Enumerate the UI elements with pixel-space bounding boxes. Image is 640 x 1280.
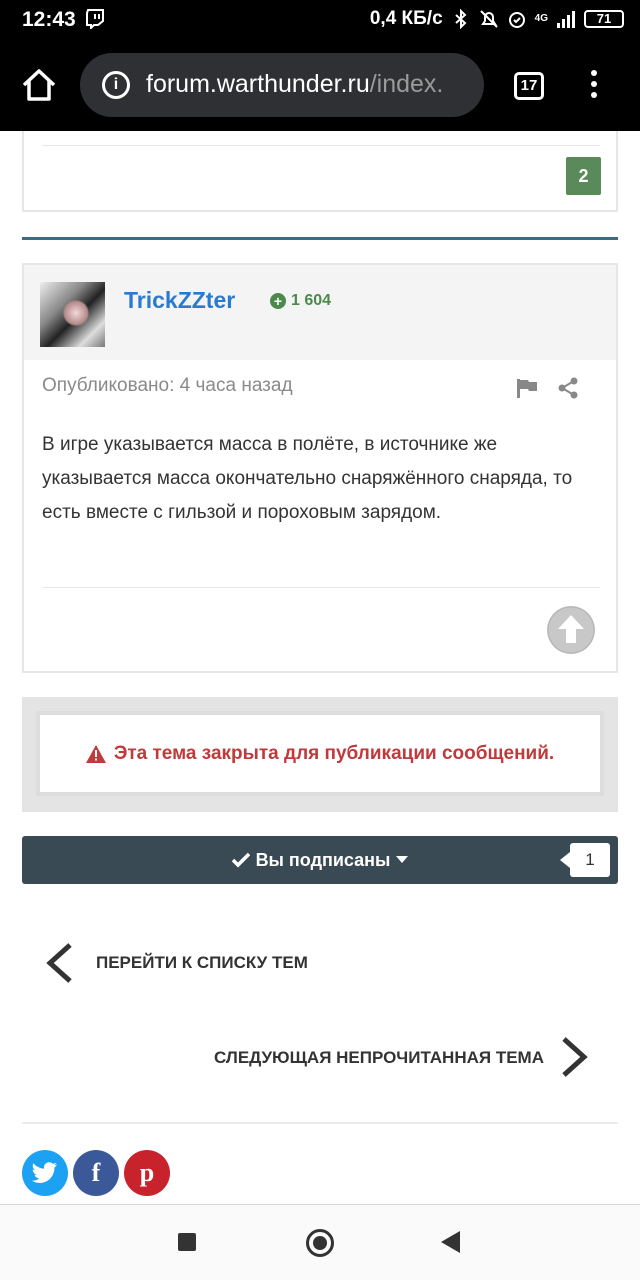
post-body: В игре указывается масса в полёте, в ист…	[42, 434, 573, 523]
previous-post-card: 2	[22, 131, 618, 212]
address-bar[interactable]: i forum.warthunder.ru/index.	[80, 53, 484, 117]
network-type: 4G	[534, 13, 548, 24]
url-path: /index.	[369, 70, 444, 98]
url-host: forum.warthunder.ru	[146, 70, 370, 98]
author-link[interactable]: TrickZZter	[124, 287, 235, 314]
pinterest-share-button[interactable]: p	[124, 1150, 170, 1196]
upvote-arrow-icon[interactable]	[547, 606, 595, 654]
muted-bell-icon	[479, 10, 498, 28]
post-separator	[22, 237, 618, 240]
alarm-icon	[508, 12, 525, 28]
recent-apps-icon[interactable]	[178, 1233, 196, 1251]
pinterest-icon: p	[139, 1158, 155, 1187]
url-text[interactable]: forum.warthunder.ru/index.	[146, 70, 443, 99]
next-unread-topic-link[interactable]: СЛЕДУЮЩАЯ НЕПРОЧИТАННАЯ ТЕМА	[200, 1034, 600, 1084]
follow-button[interactable]: Вы подписаны 1	[22, 836, 618, 884]
report-flag-icon[interactable]	[516, 378, 538, 398]
locked-notice-text: Эта тема закрыта для публикации сообщени…	[113, 742, 555, 764]
caret-down-icon	[396, 856, 409, 863]
status-bar: 12:43 0,4 КБ/с 4G 71	[0, 0, 640, 38]
reputation-badge: + 1 604	[270, 292, 331, 310]
status-right: 0,4 КБ/с 4G 71	[370, 8, 624, 30]
next-unread-topic-label: СЛЕДУЮЩАЯ НЕПРОЧИТАННАЯ ТЕМА	[214, 1048, 544, 1067]
checkmark-icon	[231, 852, 250, 868]
facebook-icon: f	[91, 1158, 101, 1187]
divider	[22, 1122, 618, 1124]
follower-count: 1	[560, 843, 610, 877]
bluetooth-icon	[454, 9, 467, 29]
status-time: 12:43	[22, 8, 76, 31]
home-icon[interactable]	[20, 66, 58, 104]
twitter-share-button[interactable]	[22, 1150, 68, 1196]
locked-notice-inner: Эта тема закрыта для публикации сообщени…	[36, 711, 604, 796]
home-circle-icon[interactable]	[306, 1229, 334, 1257]
locked-notice-box: Эта тема закрыта для публикации сообщени…	[22, 697, 618, 812]
back-to-topics-label: ПЕРЕЙТИ К СПИСКУ ТЕМ	[96, 953, 308, 972]
divider	[42, 145, 600, 146]
avatar[interactable]	[40, 282, 105, 347]
network-speed: 0,4 КБ/с	[369, 8, 443, 29]
post-card: TrickZZter + 1 604 Опубликовано: 4 часа …	[22, 263, 618, 673]
back-triangle-icon[interactable]	[441, 1231, 460, 1253]
plus-circle-icon: +	[270, 293, 286, 309]
info-icon[interactable]: i	[102, 71, 130, 99]
chevron-right-icon	[562, 1037, 588, 1077]
overflow-menu-icon[interactable]	[584, 70, 604, 102]
chevron-left-icon	[46, 943, 72, 983]
tab-switcher-button[interactable]: 17	[514, 72, 544, 100]
signal-icon	[557, 11, 575, 28]
post-date: Опубликовано: 4 часа назад	[42, 375, 293, 396]
follow-label: Вы подписаны	[255, 849, 391, 870]
post-header: TrickZZter + 1 604	[24, 265, 616, 360]
battery-icon: 71	[584, 10, 624, 28]
share-icon[interactable]	[557, 377, 579, 399]
twitch-icon	[86, 9, 104, 29]
browser-toolbar: i forum.warthunder.ru/index. 17	[0, 38, 640, 131]
facebook-share-button[interactable]: f	[73, 1150, 119, 1196]
twitter-icon	[31, 1162, 57, 1183]
divider	[42, 587, 600, 588]
system-navigation-bar	[0, 1204, 640, 1280]
reaction-count-badge[interactable]: 2	[566, 157, 601, 195]
back-to-topics-link[interactable]: ПЕРЕЙТИ К СПИСКУ ТЕМ	[42, 938, 442, 988]
follow-label-wrap: Вы подписаны	[22, 836, 618, 884]
warning-icon	[85, 744, 106, 763]
reputation-value: 1 604	[291, 292, 332, 309]
locked-notice: Эта тема закрыта для публикации сообщени…	[40, 715, 600, 792]
